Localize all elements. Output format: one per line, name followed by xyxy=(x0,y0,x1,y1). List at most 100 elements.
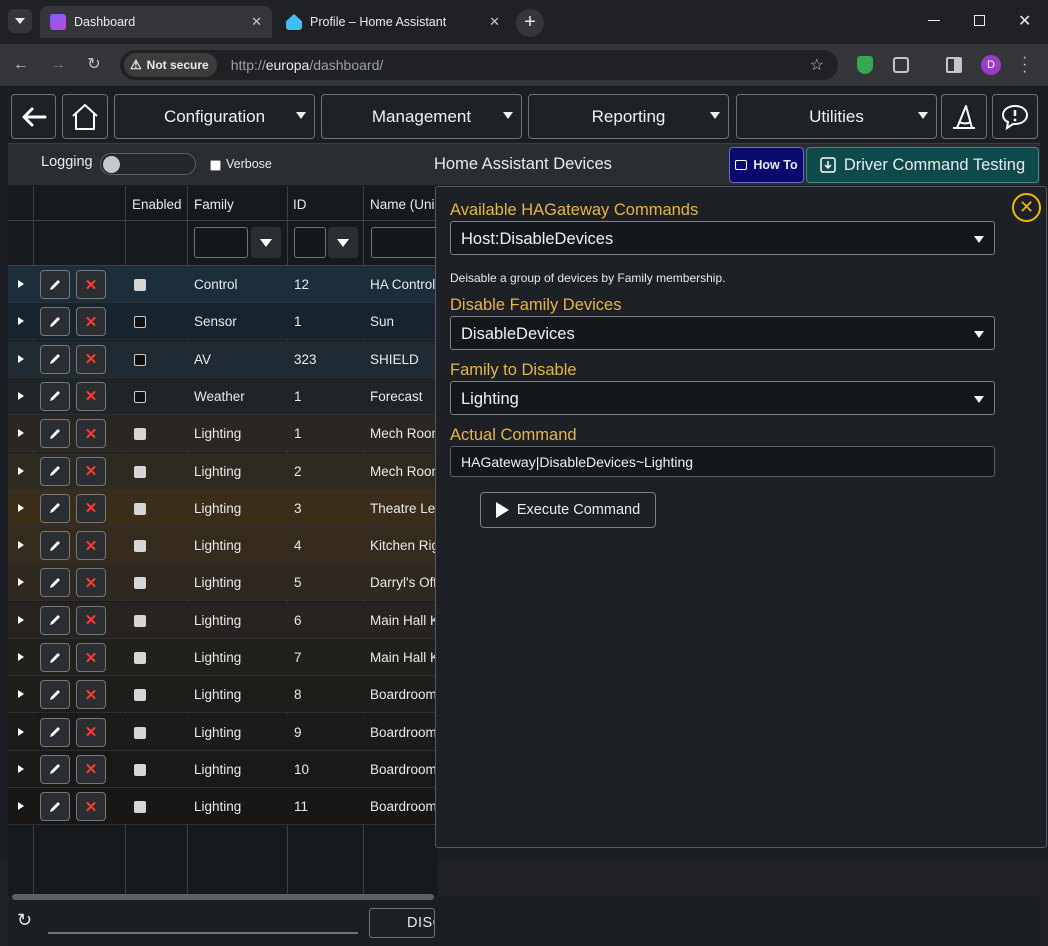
reporting-menu[interactable]: Reporting xyxy=(528,94,729,139)
edit-button[interactable] xyxy=(40,568,70,598)
family-to-disable-select[interactable]: Lighting xyxy=(450,381,995,415)
shield-extension-icon[interactable] xyxy=(857,56,873,74)
expand-row-icon[interactable] xyxy=(18,317,24,326)
close-tab-icon[interactable]: ✕ xyxy=(489,14,500,30)
family-filter-input[interactable] xyxy=(194,227,248,258)
edit-button[interactable] xyxy=(40,792,70,822)
execute-command-button[interactable]: Execute Command xyxy=(480,492,656,528)
how-to-button[interactable]: How To xyxy=(729,147,804,183)
extensions-puzzle-icon[interactable] xyxy=(893,57,909,73)
delete-button[interactable]: ✕ xyxy=(76,381,106,411)
delete-button[interactable]: ✕ xyxy=(76,717,106,747)
logging-toggle[interactable] xyxy=(100,153,196,175)
delete-button[interactable]: ✕ xyxy=(76,307,106,337)
delete-button[interactable]: ✕ xyxy=(76,456,106,486)
edit-button[interactable] xyxy=(40,643,70,672)
header-id[interactable]: ID xyxy=(293,197,307,212)
expand-row-icon[interactable] xyxy=(18,429,24,438)
enabled-checkbox[interactable] xyxy=(134,726,146,739)
expand-row-icon[interactable] xyxy=(18,354,24,363)
header-family[interactable]: Family xyxy=(194,197,234,212)
edit-button[interactable] xyxy=(40,456,70,486)
expand-row-icon[interactable] xyxy=(18,653,24,661)
expand-row-icon[interactable] xyxy=(18,615,24,624)
edit-button[interactable] xyxy=(40,307,70,337)
utilities-menu[interactable]: Utilities xyxy=(736,94,937,139)
back-arrow-icon[interactable]: ← xyxy=(12,56,30,74)
delete-button[interactable]: ✕ xyxy=(76,419,106,449)
enabled-checkbox[interactable] xyxy=(134,577,146,590)
enabled-checkbox[interactable] xyxy=(134,540,146,553)
enabled-checkbox[interactable] xyxy=(134,502,146,515)
delete-button[interactable]: ✕ xyxy=(76,605,106,635)
delete-button[interactable]: ✕ xyxy=(76,568,106,598)
refresh-icon[interactable]: ↻ xyxy=(17,910,32,931)
enabled-checkbox[interactable] xyxy=(134,763,146,776)
delete-button[interactable]: ✕ xyxy=(76,270,106,299)
feedback-button[interactable] xyxy=(992,94,1038,139)
expand-row-icon[interactable] xyxy=(18,764,24,773)
commands-select[interactable]: Host:DisableDevices xyxy=(450,221,995,255)
enabled-checkbox[interactable] xyxy=(134,689,146,702)
expand-row-icon[interactable] xyxy=(18,802,24,811)
delete-button[interactable]: ✕ xyxy=(76,531,106,561)
forward-arrow-icon[interactable]: → xyxy=(49,56,67,74)
expand-row-icon[interactable] xyxy=(18,578,24,587)
id-filter-button[interactable] xyxy=(328,227,358,258)
driver-command-testing-button[interactable]: Driver Command Testing xyxy=(806,147,1039,183)
enabled-checkbox[interactable] xyxy=(134,614,146,627)
enabled-checkbox[interactable] xyxy=(134,465,146,478)
id-filter-input[interactable] xyxy=(294,227,326,258)
edit-button[interactable] xyxy=(40,754,70,784)
edit-button[interactable] xyxy=(40,680,70,710)
edit-button[interactable] xyxy=(40,493,70,523)
edit-button[interactable] xyxy=(40,270,70,299)
close-panel-button[interactable]: ✕ xyxy=(1012,193,1041,222)
delete-button[interactable]: ✕ xyxy=(76,493,106,523)
enabled-checkbox[interactable] xyxy=(134,652,146,664)
expand-row-icon[interactable] xyxy=(18,466,24,475)
new-tab-button[interactable]: + xyxy=(516,9,544,37)
expand-row-icon[interactable] xyxy=(18,391,24,400)
delete-button[interactable]: ✕ xyxy=(76,792,106,822)
delete-button[interactable]: ✕ xyxy=(76,643,106,672)
enabled-checkbox[interactable] xyxy=(134,316,146,329)
enabled-checkbox[interactable] xyxy=(134,428,146,441)
bookmark-star-icon[interactable]: ☆ xyxy=(810,55,824,75)
edit-button[interactable] xyxy=(40,381,70,411)
expand-row-icon[interactable] xyxy=(18,727,24,736)
close-tab-icon[interactable]: ✕ xyxy=(251,14,262,30)
wizard-button[interactable] xyxy=(941,94,987,139)
profile-avatar[interactable]: D xyxy=(981,55,1001,75)
name-filter-input[interactable] xyxy=(371,227,438,258)
enabled-checkbox[interactable] xyxy=(134,353,146,366)
management-menu[interactable]: Management xyxy=(321,94,522,139)
address-bar[interactable]: ⚠ Not secure http://europa/dashboard/ ☆ xyxy=(120,50,838,80)
header-name[interactable]: Name (Unic xyxy=(370,197,438,212)
enabled-checkbox[interactable] xyxy=(134,279,146,291)
tab-dashboard[interactable]: Dashboard ✕ xyxy=(40,6,272,38)
edit-button[interactable] xyxy=(40,605,70,635)
enabled-checkbox[interactable] xyxy=(134,801,146,814)
edit-button[interactable] xyxy=(40,531,70,561)
enabled-checkbox[interactable] xyxy=(134,390,146,403)
site-security-chip[interactable]: ⚠ Not secure xyxy=(124,53,217,77)
close-window-icon[interactable]: ✕ xyxy=(1018,11,1031,31)
header-enabled[interactable]: Enabled xyxy=(132,197,182,212)
horizontal-scrollbar[interactable] xyxy=(12,894,434,900)
delete-button[interactable]: ✕ xyxy=(76,680,106,710)
disconnect-button[interactable]: DISC xyxy=(369,908,435,938)
tab-profile[interactable]: Profile – Home Assistant ✕ xyxy=(276,6,510,38)
delete-button[interactable]: ✕ xyxy=(76,754,106,784)
edit-button[interactable] xyxy=(40,344,70,374)
minimize-icon[interactable] xyxy=(928,20,940,21)
home-button[interactable] xyxy=(62,94,108,139)
edit-button[interactable] xyxy=(40,419,70,449)
actual-command-field[interactable]: HAGateway|DisableDevices~Lighting xyxy=(450,446,995,477)
expand-row-icon[interactable] xyxy=(18,280,24,288)
maximize-icon[interactable] xyxy=(974,15,985,26)
side-panel-icon[interactable] xyxy=(946,57,962,73)
configuration-menu[interactable]: Configuration xyxy=(114,94,315,139)
tab-search-button[interactable] xyxy=(8,9,32,33)
disable-family-select[interactable]: DisableDevices xyxy=(450,316,995,350)
